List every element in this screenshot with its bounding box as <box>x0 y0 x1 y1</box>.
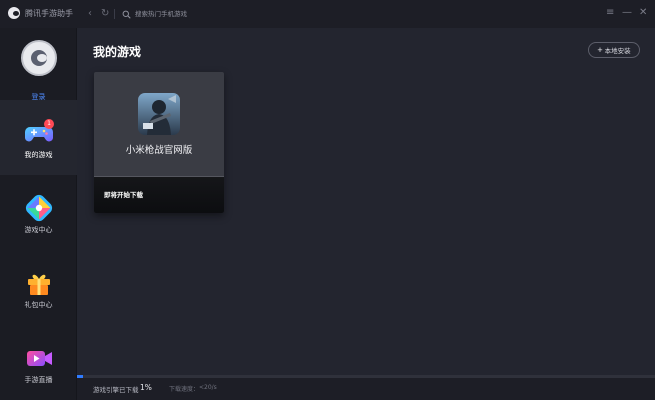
sidebar-item-label: 我的游戏 <box>24 151 53 159</box>
login-area[interactable]: 登录 <box>0 38 77 101</box>
sidebar-item-my-games[interactable]: 1 我的游戏 <box>0 100 77 175</box>
notification-badge: 1 <box>44 119 54 129</box>
download-speed-value: <20/s <box>199 384 217 391</box>
game-cover-image <box>138 93 180 135</box>
sidebar-item-label: 礼包中心 <box>24 301 53 309</box>
engine-percent: 1% <box>140 383 152 392</box>
app-brand: 腾讯手游助手 <box>8 7 73 19</box>
sidebar-item-label: 手游直播 <box>24 376 53 384</box>
minimize-button[interactable]: — <box>622 6 632 20</box>
avatar[interactable] <box>21 40 57 76</box>
search-box[interactable] <box>122 7 255 21</box>
search-input[interactable] <box>135 7 255 21</box>
download-status: 即将开始下载 <box>104 191 143 199</box>
sidebar-item-label: 游戏中心 <box>24 226 53 234</box>
card-footer: 即将开始下载 <box>94 176 224 213</box>
download-speed-label: 下载速度： <box>169 386 200 393</box>
sidebar-item-live[interactable]: 手游直播 <box>0 325 77 400</box>
sidebar-item-gift-center[interactable]: 礼包中心 <box>0 250 77 325</box>
close-button[interactable]: ✕ <box>639 6 647 20</box>
engine-status-label: 游戏引擎已下载 <box>93 386 139 394</box>
local-install-button[interactable]: + 本地安装 <box>588 42 640 58</box>
game-name: 小米枪战官网版 <box>125 145 193 156</box>
main-content: 我的游戏 + 本地安装 小米枪战官网版 即将开始下载 <box>77 28 655 375</box>
menu-button[interactable]: ≡ <box>606 6 614 20</box>
status-bar: 游戏引擎已下载 1% 下载速度： <20/s <box>77 378 655 400</box>
default-avatar-icon <box>31 50 47 66</box>
title-bar: 腾讯手游助手 ‹ ↻ ≡ — ✕ <box>0 0 655 28</box>
sidebar: 登录 1 我的游戏 游戏中心 礼包中心 手游直播 <box>0 28 77 400</box>
game-thumbnail <box>138 93 180 135</box>
live-video-icon <box>27 351 52 366</box>
refresh-button[interactable]: ↻ <box>101 8 109 20</box>
sidebar-item-game-center[interactable]: 游戏中心 <box>0 175 77 250</box>
nav-divider <box>114 9 115 19</box>
gift-icon <box>28 274 50 295</box>
local-install-label: 本地安装 <box>604 48 631 55</box>
app-title: 腾讯手游助手 <box>25 8 73 18</box>
plus-icon: + <box>597 45 603 55</box>
back-button[interactable]: ‹ <box>88 8 92 20</box>
search-icon <box>122 10 131 19</box>
app-logo-icon <box>8 7 20 19</box>
game-center-icon <box>25 194 53 222</box>
game-card[interactable]: 小米枪战官网版 即将开始下载 <box>94 72 224 213</box>
page-title: 我的游戏 <box>93 45 142 59</box>
